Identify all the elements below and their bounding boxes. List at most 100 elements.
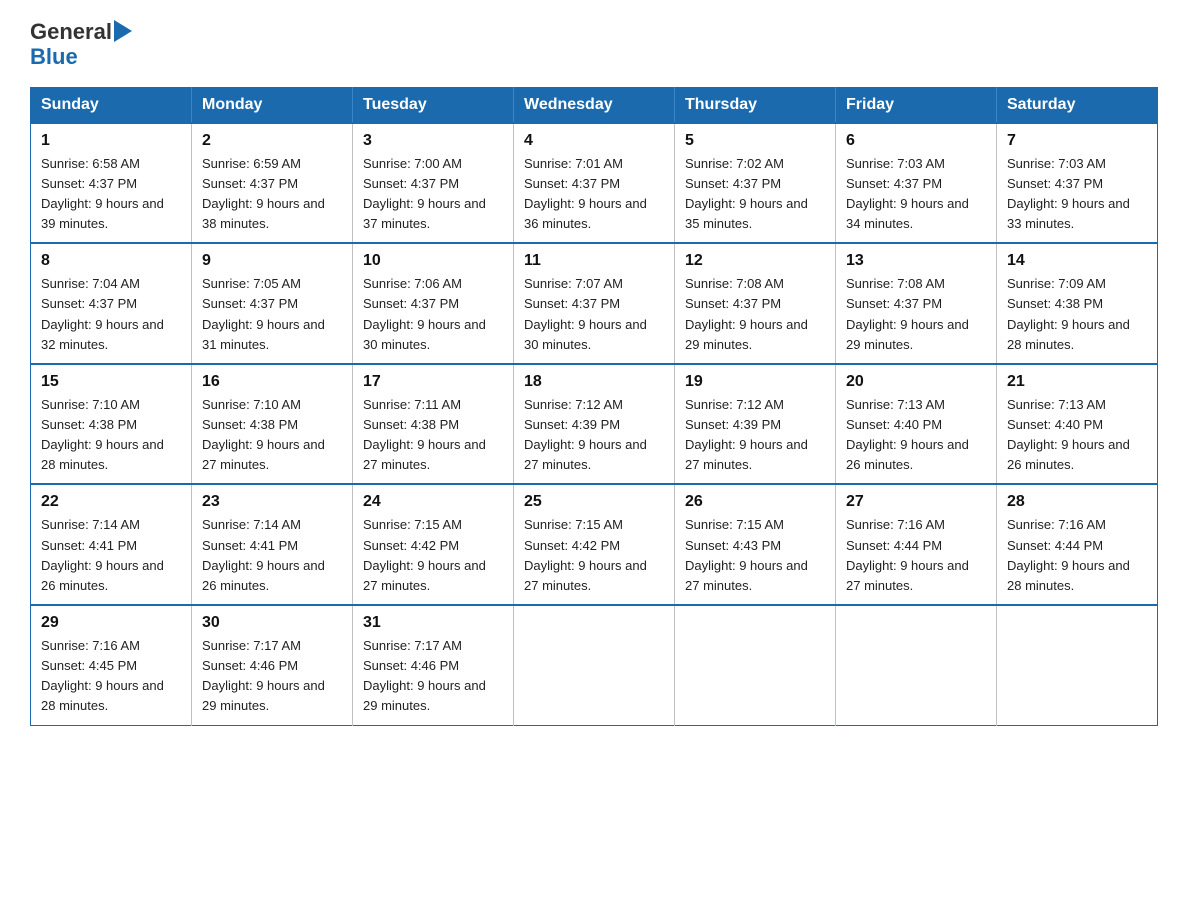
calendar-day-cell: 22 Sunrise: 7:14 AMSunset: 4:41 PMDayligh… [31,484,192,605]
calendar-day-cell: 15 Sunrise: 7:10 AMSunset: 4:38 PMDayligh… [31,364,192,485]
day-info: Sunrise: 7:13 AMSunset: 4:40 PMDaylight:… [1007,395,1147,476]
day-number: 4 [524,132,664,150]
day-of-week-header: Friday [836,87,997,123]
day-info: Sunrise: 7:03 AMSunset: 4:37 PMDaylight:… [846,154,986,235]
day-info: Sunrise: 7:09 AMSunset: 4:38 PMDaylight:… [1007,274,1147,355]
day-info: Sunrise: 7:08 AMSunset: 4:37 PMDaylight:… [685,274,825,355]
calendar-week-row: 1 Sunrise: 6:58 AMSunset: 4:37 PMDaylight… [31,123,1158,244]
day-number: 12 [685,252,825,270]
day-of-week-header: Monday [192,87,353,123]
calendar-day-cell: 16 Sunrise: 7:10 AMSunset: 4:38 PMDayligh… [192,364,353,485]
day-info: Sunrise: 7:15 AMSunset: 4:43 PMDaylight:… [685,515,825,596]
calendar-day-cell: 19Sunrise: 7:12 AMSunset: 4:39 PMDayligh… [675,364,836,485]
day-info: Sunrise: 7:10 AMSunset: 4:38 PMDaylight:… [202,395,342,476]
day-number: 16 [202,373,342,391]
calendar-week-row: 8 Sunrise: 7:04 AMSunset: 4:37 PMDaylight… [31,243,1158,364]
calendar-day-cell: 14Sunrise: 7:09 AMSunset: 4:38 PMDayligh… [997,243,1158,364]
day-number: 19 [685,373,825,391]
day-number: 20 [846,373,986,391]
day-info: Sunrise: 7:14 AMSunset: 4:41 PMDaylight:… [41,515,181,596]
day-number: 27 [846,493,986,511]
calendar-day-cell: 4 Sunrise: 7:01 AMSunset: 4:37 PMDaylight… [514,123,675,244]
calendar-day-cell: 8 Sunrise: 7:04 AMSunset: 4:37 PMDaylight… [31,243,192,364]
logo: General Blue [30,20,132,69]
day-number: 6 [846,132,986,150]
calendar-day-cell: 25 Sunrise: 7:15 AMSunset: 4:42 PMDayligh… [514,484,675,605]
day-info: Sunrise: 7:12 AMSunset: 4:39 PMDaylight:… [524,395,664,476]
day-number: 26 [685,493,825,511]
day-number: 30 [202,614,342,632]
day-info: Sunrise: 7:16 AMSunset: 4:44 PMDaylight:… [846,515,986,596]
day-of-week-header: Sunday [31,87,192,123]
day-info: Sunrise: 7:11 AMSunset: 4:38 PMDaylight:… [363,395,503,476]
calendar-day-cell: 6 Sunrise: 7:03 AMSunset: 4:37 PMDaylight… [836,123,997,244]
day-info: Sunrise: 7:14 AMSunset: 4:41 PMDaylight:… [202,515,342,596]
calendar-day-cell: 21 Sunrise: 7:13 AMSunset: 4:40 PMDayligh… [997,364,1158,485]
day-info: Sunrise: 7:17 AMSunset: 4:46 PMDaylight:… [363,636,503,717]
calendar-day-cell: 28 Sunrise: 7:16 AMSunset: 4:44 PMDayligh… [997,484,1158,605]
calendar-day-cell: 30 Sunrise: 7:17 AMSunset: 4:46 PMDayligh… [192,605,353,725]
calendar-week-row: 29Sunrise: 7:16 AMSunset: 4:45 PMDayligh… [31,605,1158,725]
day-number: 17 [363,373,503,391]
day-info: Sunrise: 6:58 AMSunset: 4:37 PMDaylight:… [41,154,181,235]
calendar-header-row: SundayMondayTuesdayWednesdayThursdayFrid… [31,87,1158,123]
day-number: 9 [202,252,342,270]
calendar-day-cell: 18 Sunrise: 7:12 AMSunset: 4:39 PMDayligh… [514,364,675,485]
calendar-day-cell [675,605,836,725]
calendar-day-cell: 1 Sunrise: 6:58 AMSunset: 4:37 PMDaylight… [31,123,192,244]
day-info: Sunrise: 7:17 AMSunset: 4:46 PMDaylight:… [202,636,342,717]
logo-arrow-icon [114,20,132,42]
day-number: 29 [41,614,181,632]
calendar-day-cell: 23 Sunrise: 7:14 AMSunset: 4:41 PMDayligh… [192,484,353,605]
calendar-day-cell: 17 Sunrise: 7:11 AMSunset: 4:38 PMDayligh… [353,364,514,485]
day-info: Sunrise: 7:08 AMSunset: 4:37 PMDaylight:… [846,274,986,355]
day-info: Sunrise: 7:16 AMSunset: 4:44 PMDaylight:… [1007,515,1147,596]
day-number: 5 [685,132,825,150]
calendar-week-row: 22 Sunrise: 7:14 AMSunset: 4:41 PMDayligh… [31,484,1158,605]
calendar-day-cell: 11Sunrise: 7:07 AMSunset: 4:37 PMDayligh… [514,243,675,364]
calendar-day-cell: 13Sunrise: 7:08 AMSunset: 4:37 PMDayligh… [836,243,997,364]
calendar-day-cell: 10 Sunrise: 7:06 AMSunset: 4:37 PMDayligh… [353,243,514,364]
day-number: 7 [1007,132,1147,150]
day-info: Sunrise: 7:15 AMSunset: 4:42 PMDaylight:… [363,515,503,596]
calendar-day-cell [514,605,675,725]
day-number: 3 [363,132,503,150]
day-info: Sunrise: 7:00 AMSunset: 4:37 PMDaylight:… [363,154,503,235]
calendar-day-cell: 31 Sunrise: 7:17 AMSunset: 4:46 PMDayligh… [353,605,514,725]
day-info: Sunrise: 7:02 AMSunset: 4:37 PMDaylight:… [685,154,825,235]
day-number: 2 [202,132,342,150]
calendar-day-cell: 12 Sunrise: 7:08 AMSunset: 4:37 PMDayligh… [675,243,836,364]
calendar-day-cell [836,605,997,725]
day-info: Sunrise: 7:04 AMSunset: 4:37 PMDaylight:… [41,274,181,355]
logo-blue-text: Blue [30,44,78,69]
day-number: 15 [41,373,181,391]
calendar-day-cell: 2 Sunrise: 6:59 AMSunset: 4:37 PMDaylight… [192,123,353,244]
day-info: Sunrise: 7:01 AMSunset: 4:37 PMDaylight:… [524,154,664,235]
day-info: Sunrise: 6:59 AMSunset: 4:37 PMDaylight:… [202,154,342,235]
day-number: 31 [363,614,503,632]
day-info: Sunrise: 7:07 AMSunset: 4:37 PMDaylight:… [524,274,664,355]
day-number: 24 [363,493,503,511]
day-number: 23 [202,493,342,511]
day-info: Sunrise: 7:13 AMSunset: 4:40 PMDaylight:… [846,395,986,476]
day-number: 1 [41,132,181,150]
day-number: 10 [363,252,503,270]
day-number: 22 [41,493,181,511]
day-info: Sunrise: 7:15 AMSunset: 4:42 PMDaylight:… [524,515,664,596]
day-number: 18 [524,373,664,391]
day-of-week-header: Tuesday [353,87,514,123]
day-info: Sunrise: 7:06 AMSunset: 4:37 PMDaylight:… [363,274,503,355]
day-of-week-header: Saturday [997,87,1158,123]
calendar-table: SundayMondayTuesdayWednesdayThursdayFrid… [30,87,1158,726]
day-number: 8 [41,252,181,270]
day-number: 28 [1007,493,1147,511]
calendar-day-cell: 9Sunrise: 7:05 AMSunset: 4:37 PMDaylight… [192,243,353,364]
calendar-day-cell: 5 Sunrise: 7:02 AMSunset: 4:37 PMDaylight… [675,123,836,244]
calendar-day-cell: 20 Sunrise: 7:13 AMSunset: 4:40 PMDayligh… [836,364,997,485]
calendar-day-cell: 3 Sunrise: 7:00 AMSunset: 4:37 PMDaylight… [353,123,514,244]
day-number: 25 [524,493,664,511]
day-info: Sunrise: 7:10 AMSunset: 4:38 PMDaylight:… [41,395,181,476]
calendar-day-cell [997,605,1158,725]
logo-general-text: General [30,20,112,44]
day-number: 21 [1007,373,1147,391]
